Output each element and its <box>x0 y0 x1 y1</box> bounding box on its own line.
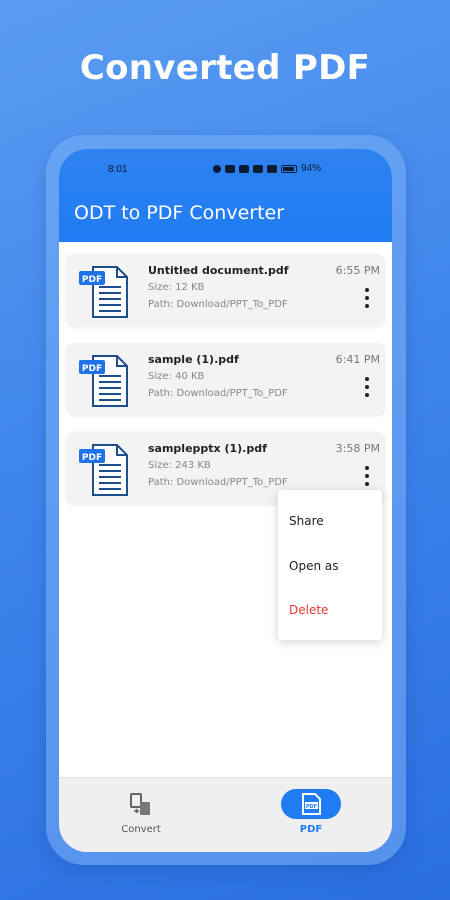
dot <box>365 393 369 397</box>
status-bar: 8:01 94% <box>59 162 392 178</box>
file-size: Size: 12 KB <box>148 282 205 293</box>
pdf-file-icon: PDF <box>79 266 128 318</box>
status-time: 8:01 <box>108 164 128 175</box>
file-path: Path: Download/PPT_To_PDF <box>148 299 288 310</box>
nav-item-pdf[interactable]: PDF PDF <box>251 778 371 852</box>
more-options-button[interactable] <box>361 466 373 486</box>
promo-title: Converted PDF <box>79 48 371 88</box>
file-time: 6:41 PM <box>335 353 380 366</box>
file-size: Size: 243 KB <box>148 460 211 471</box>
svg-text:PDF: PDF <box>82 275 102 285</box>
pdf-icon: PDF <box>302 793 321 815</box>
menu-item-delete[interactable]: Delete <box>289 603 328 617</box>
dot <box>365 288 369 292</box>
app-bar: 8:01 94% ODT to PDF Converter <box>59 149 392 242</box>
signal-icon-2 <box>267 164 277 173</box>
file-name: samplepptx (1).pdf <box>148 442 267 455</box>
battery-percent: 94% <box>301 163 322 174</box>
more-options-button[interactable] <box>361 288 373 308</box>
dot <box>365 385 369 389</box>
svg-text:PDF: PDF <box>306 804 317 810</box>
data-icon <box>225 164 235 173</box>
convert-icon <box>130 793 150 815</box>
menu-item-open-as[interactable]: Open as <box>289 559 338 573</box>
file-options-menu: Share Open as Delete <box>278 490 382 640</box>
more-options-button[interactable] <box>361 377 373 397</box>
pdf-file-icon: PDF <box>79 355 128 407</box>
dot <box>365 474 369 478</box>
file-name: sample (1).pdf <box>148 353 239 366</box>
file-time: 3:58 PM <box>335 442 380 455</box>
svg-text:PDF: PDF <box>82 364 102 374</box>
wifi-icon <box>239 164 249 173</box>
file-size: Size: 40 KB <box>148 371 205 382</box>
file-card[interactable]: PDF sample (1).pdf Size: 40 KB Path: Dow… <box>66 343 385 415</box>
nav-label-pdf: PDF <box>299 824 323 835</box>
signal-icon <box>253 164 263 173</box>
file-path: Path: Download/PPT_To_PDF <box>148 388 288 399</box>
dot <box>365 304 369 308</box>
dot <box>365 482 369 486</box>
bottom-navigation: Convert PDF PDF <box>59 777 392 852</box>
dot <box>365 296 369 300</box>
file-path: Path: Download/PPT_To_PDF <box>148 477 288 488</box>
status-icons: 94% <box>213 163 321 174</box>
menu-item-share[interactable]: Share <box>289 514 324 528</box>
nav-item-convert[interactable]: Convert <box>81 778 201 852</box>
battery-icon <box>281 164 297 173</box>
nav-label-convert: Convert <box>121 824 161 835</box>
dot <box>365 466 369 470</box>
app-title: ODT to PDF Converter <box>74 202 285 224</box>
svg-text:PDF: PDF <box>82 453 102 463</box>
file-time: 6:55 PM <box>335 264 380 277</box>
pdf-file-icon: PDF <box>79 444 128 496</box>
file-name: Untitled document.pdf <box>148 264 289 277</box>
alarm-icon <box>213 164 221 173</box>
file-card[interactable]: PDF Untitled document.pdf Size: 12 KB Pa… <box>66 254 385 326</box>
phone-screen: 8:01 94% ODT to PDF Converter PDF Untitl… <box>59 149 392 852</box>
dot <box>365 377 369 381</box>
